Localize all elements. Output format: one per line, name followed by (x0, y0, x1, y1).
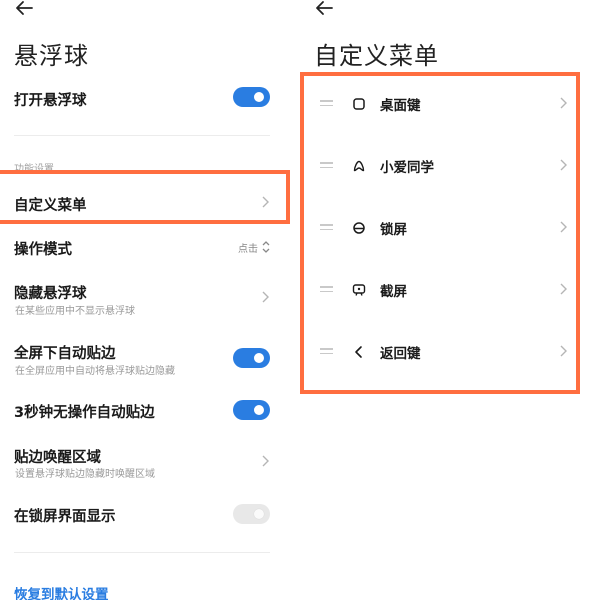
chevron-right-icon (261, 290, 270, 304)
menu-item-screenshot[interactable]: 截屏 (296, 277, 592, 307)
menu-item-label: 截屏 (380, 284, 407, 300)
drag-handle-icon[interactable] (320, 162, 333, 171)
fullscreen-auto-dock-row[interactable]: 全屏下自动贴边 在全屏应用中自动将悬浮球贴边隐藏 (14, 342, 270, 377)
operation-mode-value: 点击 (238, 244, 258, 255)
hide-float-ball-row[interactable]: 隐藏悬浮球 在某些应用中不显示悬浮球 (14, 282, 270, 317)
fullscreen-auto-dock-sublabel: 在全屏应用中自动将悬浮球贴边隐藏 (15, 366, 175, 377)
chevron-right-icon (559, 282, 568, 296)
up-down-chevron-icon (261, 239, 271, 253)
operation-mode-label: 操作模式 (14, 242, 72, 258)
chevron-right-icon (261, 454, 270, 468)
home-square-icon (352, 97, 366, 111)
open-float-ball-row[interactable]: 打开悬浮球 (14, 86, 270, 109)
divider (14, 135, 270, 136)
page-title: 自定义菜单 (314, 42, 439, 70)
auto-dock-3s-row[interactable]: 3秒钟无操作自动贴边 (14, 398, 270, 421)
back-arrow-icon[interactable] (14, 0, 38, 18)
edge-wake-area-sublabel: 设置悬浮球贴边隐藏时唤醒区域 (15, 469, 155, 480)
back-arrow-icon[interactable] (314, 0, 338, 18)
restore-defaults-link[interactable]: 恢复到默认设置 (14, 583, 109, 600)
custom-menu-label: 自定义菜单 (14, 198, 87, 214)
menu-item-back[interactable]: 返回键 (296, 339, 592, 369)
section-label: 功能设置 (14, 164, 54, 175)
back-chevron-icon (352, 345, 366, 359)
drag-handle-icon[interactable] (320, 286, 333, 295)
menu-item-label: 桌面键 (380, 98, 421, 114)
menu-item-home[interactable]: 桌面键 (296, 91, 592, 121)
custom-menu-row[interactable]: 自定义菜单 (14, 192, 270, 214)
operation-mode-row[interactable]: 操作模式 点击 (14, 236, 270, 258)
drag-handle-icon[interactable] (320, 100, 333, 109)
float-ball-settings-screen: 悬浮球 打开悬浮球 功能设置 自定义菜单 操作模式 点击 隐藏悬浮球 在某些应用… (0, 0, 290, 600)
toggle-knob (254, 509, 264, 519)
hide-float-ball-sublabel: 在某些应用中不显示悬浮球 (15, 306, 135, 317)
page-title: 悬浮球 (14, 42, 89, 70)
fullscreen-auto-dock-label: 全屏下自动贴边 (14, 346, 116, 362)
lockscreen-show-toggle[interactable] (233, 504, 270, 524)
auto-dock-3s-label: 3秒钟无操作自动贴边 (14, 405, 155, 421)
open-float-ball-label: 打开悬浮球 (14, 93, 87, 109)
chevron-right-icon (261, 195, 270, 209)
open-float-ball-toggle[interactable] (233, 87, 270, 107)
chevron-right-icon (559, 344, 568, 358)
lockscreen-show-label: 在锁屏界面显示 (14, 509, 116, 525)
menu-item-label: 锁屏 (380, 222, 407, 238)
chevron-right-icon (559, 220, 568, 234)
lock-icon (352, 221, 366, 235)
fullscreen-auto-dock-toggle[interactable] (233, 348, 270, 368)
custom-menu-screen: 自定义菜单 桌面键 小爱同学 锁屏 截屏 返回键 (296, 0, 592, 600)
xiaoai-icon (352, 159, 366, 173)
menu-item-label: 小爱同学 (380, 160, 434, 176)
drag-handle-icon[interactable] (320, 224, 333, 233)
auto-dock-3s-toggle[interactable] (233, 400, 270, 420)
menu-item-lock[interactable]: 锁屏 (296, 215, 592, 245)
lockscreen-show-row[interactable]: 在锁屏界面显示 (14, 503, 270, 525)
chevron-right-icon (559, 96, 568, 110)
drag-handle-icon[interactable] (320, 348, 333, 357)
edge-wake-area-row[interactable]: 贴边唤醒区域 设置悬浮球贴边隐藏时唤醒区域 (14, 446, 270, 480)
edge-wake-area-label: 贴边唤醒区域 (14, 450, 101, 466)
toggle-knob (254, 353, 264, 363)
toggle-knob (254, 405, 264, 415)
menu-item-xiaoai[interactable]: 小爱同学 (296, 153, 592, 183)
toggle-knob (254, 92, 264, 102)
hide-float-ball-label: 隐藏悬浮球 (14, 286, 87, 302)
menu-item-label: 返回键 (380, 346, 421, 362)
screenshot-icon (352, 283, 366, 297)
divider (14, 552, 270, 553)
chevron-right-icon (559, 158, 568, 172)
